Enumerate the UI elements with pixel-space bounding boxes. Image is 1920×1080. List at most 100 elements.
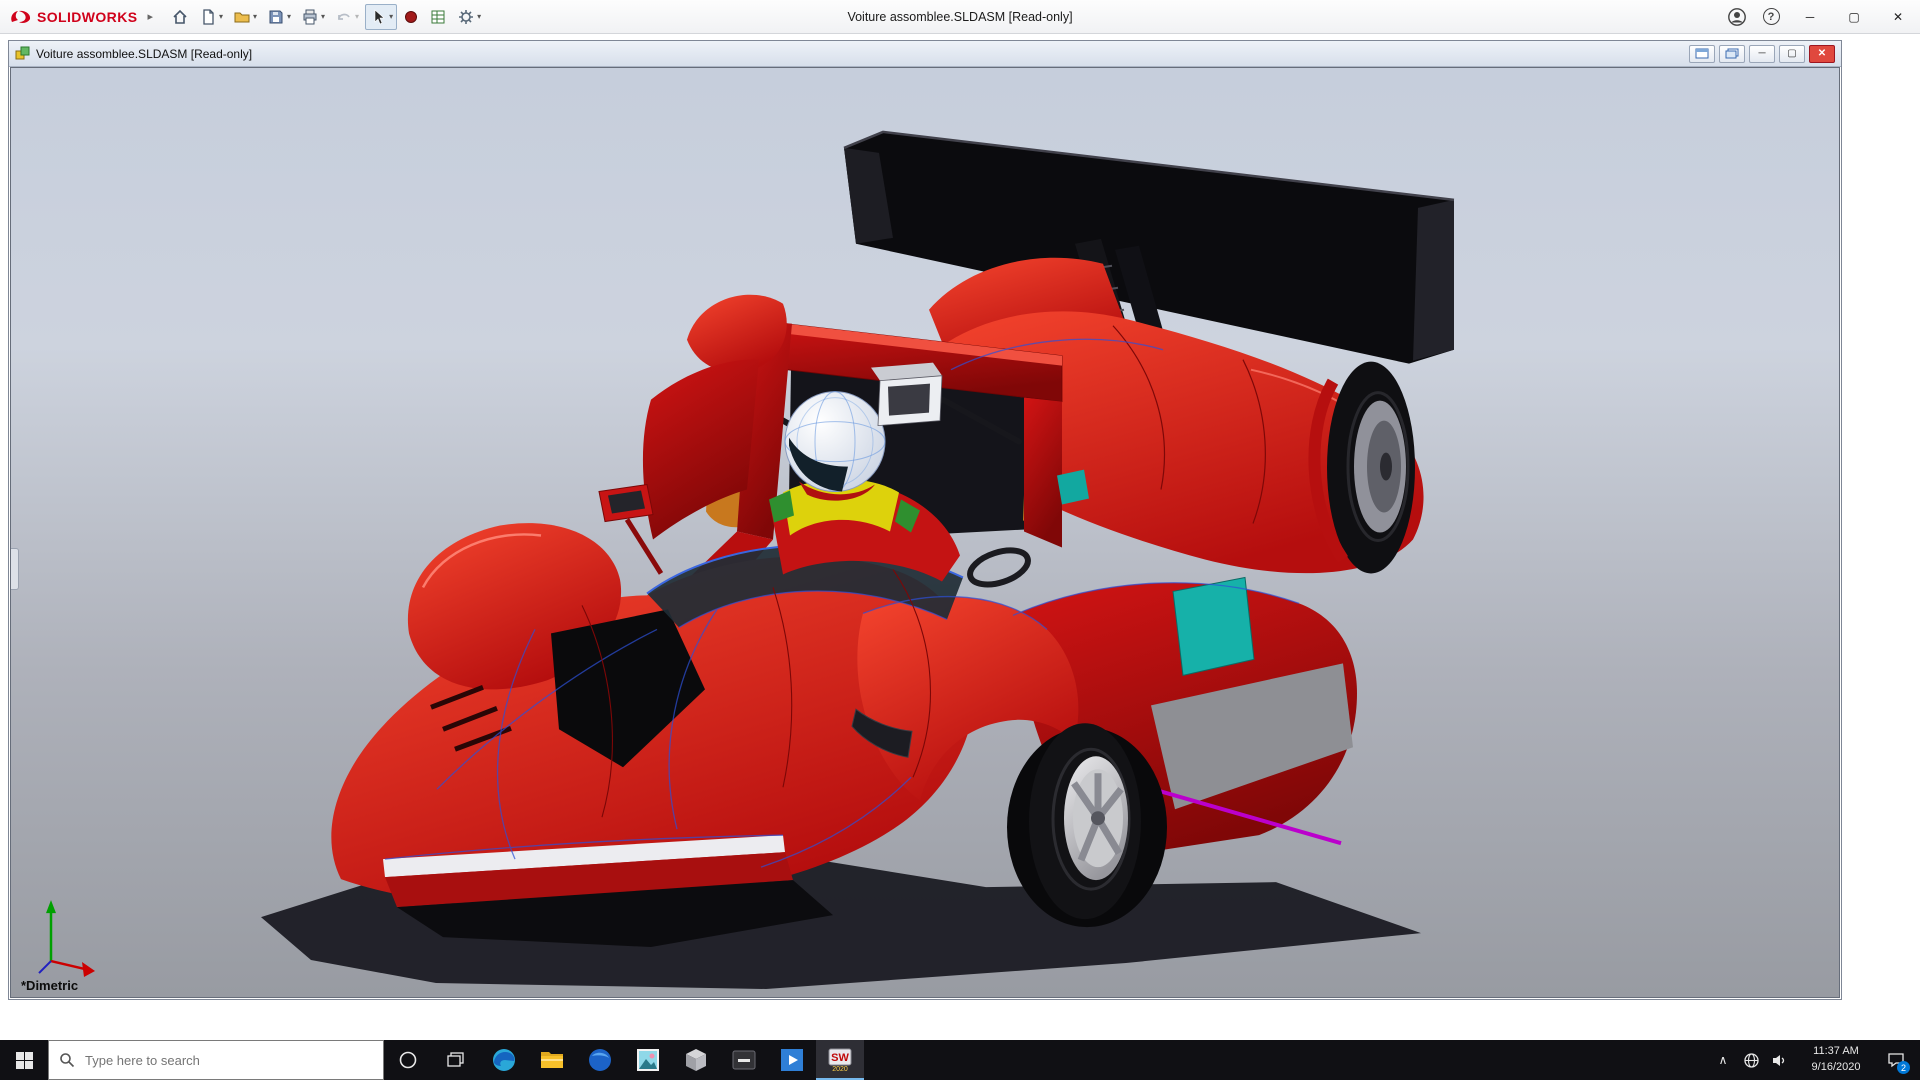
open-folder-icon <box>233 8 251 26</box>
rearview-mirror-pod[interactable] <box>871 363 942 426</box>
caret-down-icon[interactable]: ▾ <box>287 12 291 21</box>
task-view-icon <box>446 1050 466 1070</box>
clock-time: 11:37 AM <box>1813 1044 1859 1060</box>
taskbar-app-photos[interactable] <box>624 1040 672 1080</box>
save-icon <box>267 8 285 26</box>
print-icon <box>301 8 319 26</box>
undo-button[interactable]: ▾ <box>331 4 363 30</box>
home-button[interactable] <box>167 4 193 30</box>
minimize-button[interactable]: ─ <box>1788 0 1832 34</box>
titlebar-right-controls: ? ─ ▢ ✕ <box>1720 0 1920 34</box>
select-arrow-icon <box>369 8 387 26</box>
document-minimize-button[interactable]: ─ <box>1749 45 1775 63</box>
edge-browser-icon <box>491 1047 517 1073</box>
document-maximize-button[interactable]: ▢ <box>1779 45 1805 63</box>
media-app-icon <box>731 1047 757 1073</box>
browser-icon <box>587 1047 613 1073</box>
cortana-icon <box>398 1050 418 1070</box>
solidworks-app-icon: SW <box>828 1048 852 1066</box>
home-icon <box>171 8 189 26</box>
taskbar-app-movies-tv[interactable] <box>768 1040 816 1080</box>
record-button[interactable] <box>399 4 423 30</box>
taskbar-app-3d-viewer[interactable] <box>672 1040 720 1080</box>
document-title: Voiture assomblee.SLDASM [Read-only] <box>36 47 252 61</box>
task-view-button[interactable] <box>432 1040 480 1080</box>
action-center-button[interactable]: 2 <box>1879 1040 1913 1080</box>
taskbar-app-solidworks[interactable]: SW 2020 <box>816 1040 864 1080</box>
cortana-button[interactable] <box>384 1040 432 1080</box>
window-icon <box>1695 48 1709 59</box>
caret-down-icon[interactable]: ▾ <box>355 12 359 21</box>
network-globe-icon <box>1743 1052 1760 1069</box>
caret-down-icon[interactable]: ▾ <box>477 12 481 21</box>
network-button[interactable] <box>1737 1040 1765 1080</box>
maximize-button[interactable]: ▢ <box>1832 0 1876 34</box>
options-button[interactable]: ▾ <box>453 4 485 30</box>
speaker-icon <box>1771 1052 1788 1069</box>
caret-down-icon[interactable]: ▾ <box>389 12 393 21</box>
brand-text: SOLIDWORKS <box>37 9 137 25</box>
application-titlebar: SOLIDWORKS ▸ ▾ ▾ ▾ ▾ <box>0 0 1920 34</box>
cascade-windows-icon <box>1725 48 1739 59</box>
close-button[interactable]: ✕ <box>1876 0 1920 34</box>
featuremanager-collapsed-tab[interactable] <box>11 548 19 590</box>
solidworks-application: SOLIDWORKS ▸ ▾ ▾ ▾ ▾ <box>0 0 1920 1080</box>
user-icon <box>1727 7 1747 27</box>
caret-down-icon[interactable]: ▾ <box>219 12 223 21</box>
solidworks-taskbar-icon: SW 2020 <box>828 1048 852 1073</box>
print-button[interactable]: ▾ <box>297 4 329 30</box>
solidworks-year-label: 2020 <box>832 1066 848 1073</box>
document-close-button[interactable]: ✕ <box>1809 45 1835 63</box>
taskbar-clock[interactable]: 11:37 AM 9/16/2020 <box>1793 1044 1879 1076</box>
dassault-logo-icon <box>10 9 32 25</box>
start-button[interactable] <box>0 1040 48 1080</box>
options-gear-icon <box>457 8 475 26</box>
file-explorer-icon <box>539 1047 565 1073</box>
3d-viewer-icon <box>683 1047 709 1073</box>
solidworks-monogram: SW <box>831 1052 849 1064</box>
design-table-icon <box>429 8 447 26</box>
graphics-viewport[interactable]: *Dimetric <box>10 67 1840 998</box>
system-tray: ∧ 11:37 AM 9/16/2020 <box>1709 1040 1920 1080</box>
open-button[interactable]: ▾ <box>229 4 261 30</box>
photos-icon <box>635 1047 661 1073</box>
select-tool-button[interactable]: ▾ <box>365 4 397 30</box>
toolbar-expand-chevron[interactable]: ▸ <box>147 10 153 23</box>
new-document-icon <box>199 8 217 26</box>
new-window-button[interactable] <box>1689 45 1715 63</box>
taskbar-app-browser[interactable] <box>576 1040 624 1080</box>
view-orientation-label: *Dimetric <box>21 978 78 993</box>
document-titlebar[interactable]: Voiture assomblee.SLDASM [Read-only] ─ ▢… <box>9 41 1841 67</box>
taskbar-app-file-explorer[interactable] <box>528 1040 576 1080</box>
search-input[interactable] <box>49 1041 383 1079</box>
taskbar-app-edge[interactable] <box>480 1040 528 1080</box>
race-car-3d-model[interactable] <box>11 68 1839 997</box>
design-table-button[interactable] <box>425 4 451 30</box>
solidworks-logo: SOLIDWORKS <box>10 9 137 25</box>
taskbar-app-media[interactable] <box>720 1040 768 1080</box>
tray-overflow-button[interactable]: ∧ <box>1709 1040 1737 1080</box>
record-red-dot-icon <box>403 9 419 25</box>
document-window-controls: ─ ▢ ✕ <box>1689 45 1835 63</box>
windows-taskbar: SW 2020 ∧ 11:37 AM <box>0 1040 1920 1080</box>
account-button[interactable] <box>1720 0 1754 34</box>
caret-down-icon[interactable]: ▾ <box>321 12 325 21</box>
search-icon <box>59 1052 75 1068</box>
document-window: Voiture assomblee.SLDASM [Read-only] ─ ▢… <box>8 40 1842 1000</box>
clock-date: 9/16/2020 <box>1812 1060 1861 1076</box>
help-icon: ? <box>1763 8 1780 25</box>
windows-logo-icon <box>16 1052 33 1069</box>
undo-icon <box>335 8 353 26</box>
rear-wheel[interactable] <box>1314 362 1415 574</box>
help-button[interactable]: ? <box>1754 0 1788 34</box>
volume-button[interactable] <box>1765 1040 1793 1080</box>
quick-access-toolbar: ▾ ▾ ▾ ▾ ▾ ▾ <box>167 4 485 30</box>
movies-tv-icon <box>779 1047 805 1073</box>
assembly-document-icon <box>15 46 30 61</box>
orientation-triad[interactable] <box>39 900 95 977</box>
cascade-windows-button[interactable] <box>1719 45 1745 63</box>
save-button[interactable]: ▾ <box>263 4 295 30</box>
caret-down-icon[interactable]: ▾ <box>253 12 257 21</box>
new-document-button[interactable]: ▾ <box>195 4 227 30</box>
taskbar-search[interactable] <box>48 1040 384 1080</box>
